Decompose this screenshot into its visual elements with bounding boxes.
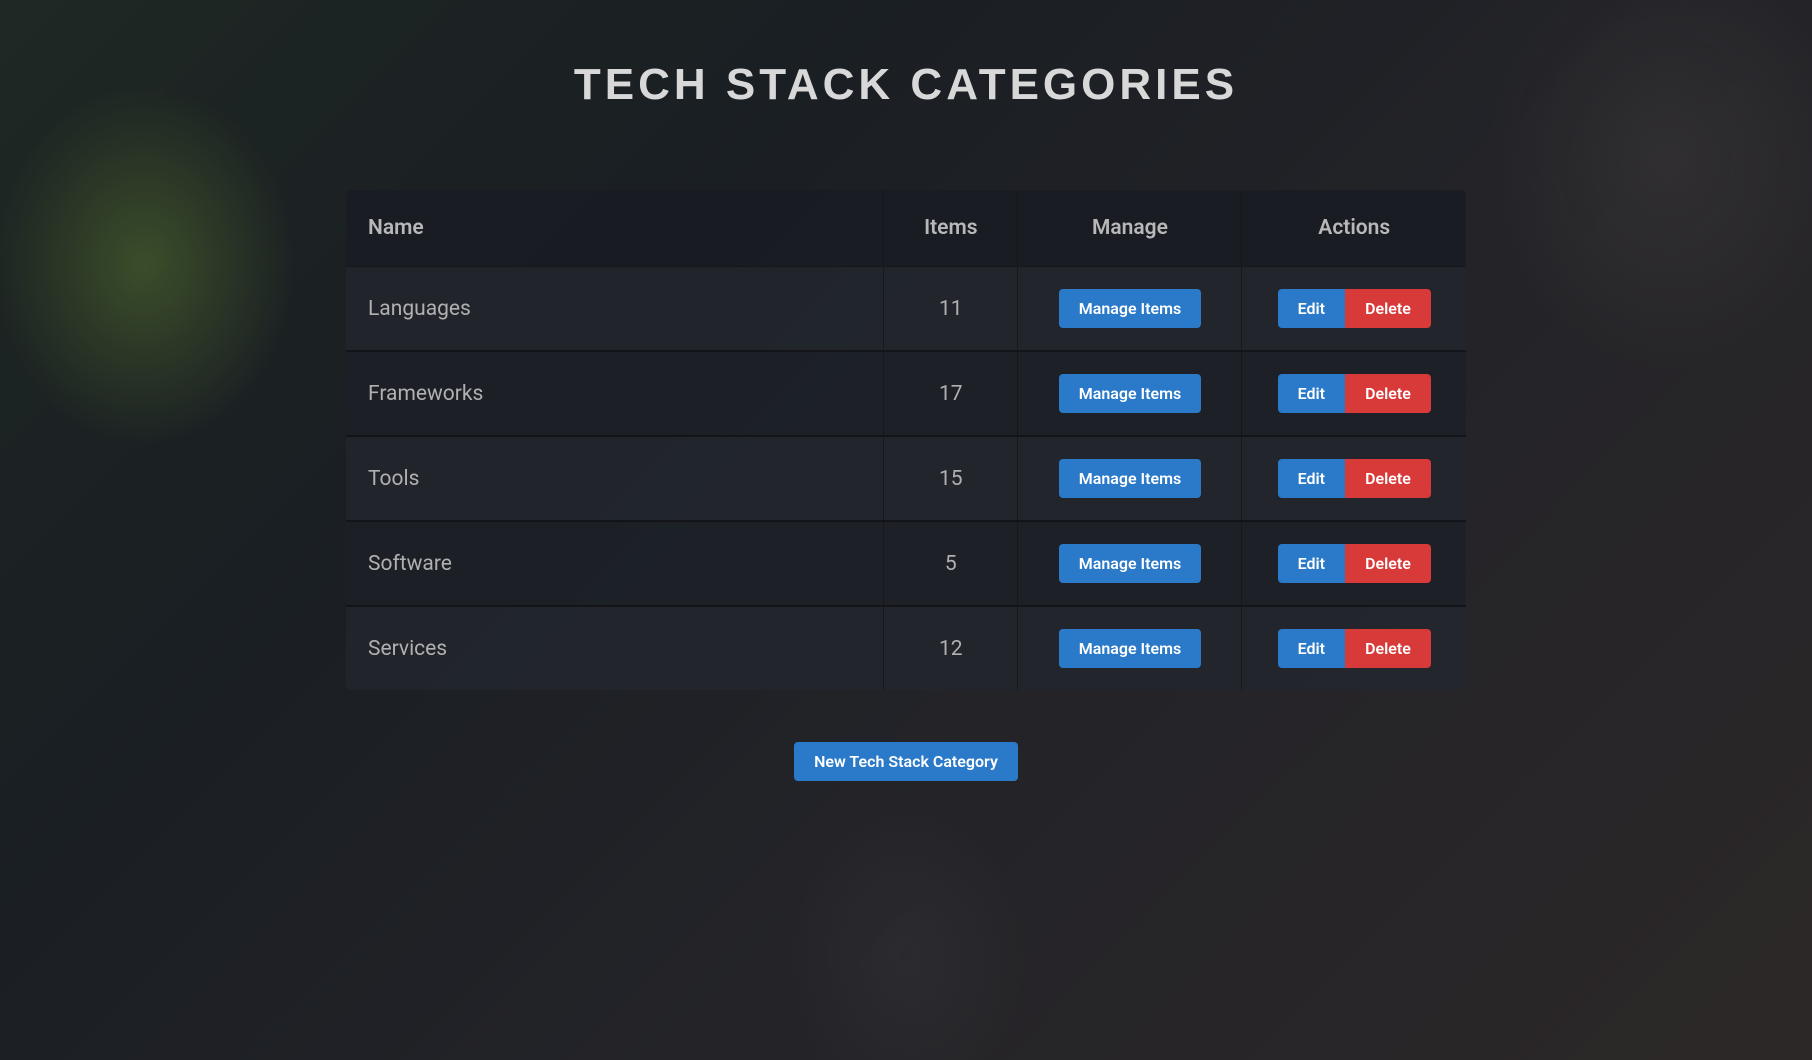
column-header-actions: Actions [1242, 190, 1466, 267]
page-title: TECH STACK CATEGORIES [40, 60, 1772, 110]
edit-button[interactable]: Edit [1278, 374, 1345, 413]
cell-name: Frameworks [346, 351, 884, 436]
edit-button[interactable]: Edit [1278, 459, 1345, 498]
action-button-group: EditDelete [1278, 544, 1431, 583]
edit-button[interactable]: Edit [1278, 629, 1345, 668]
edit-button[interactable]: Edit [1278, 544, 1345, 583]
cell-actions: EditDelete [1242, 521, 1466, 606]
action-button-group: EditDelete [1278, 374, 1431, 413]
column-header-items: Items [884, 190, 1018, 267]
edit-button[interactable]: Edit [1278, 289, 1345, 328]
cell-manage: Manage Items [1018, 436, 1242, 521]
table-row: Software5 Manage Items EditDelete [346, 521, 1466, 606]
manage-items-button[interactable]: Manage Items [1059, 289, 1202, 328]
column-header-name: Name [346, 190, 884, 267]
action-button-group: EditDelete [1278, 289, 1431, 328]
cell-items: 15 [884, 436, 1018, 521]
cell-actions: EditDelete [1242, 267, 1466, 352]
table-header-row: Name Items Manage Actions [346, 190, 1466, 267]
action-button-group: EditDelete [1278, 459, 1431, 498]
cell-items: 5 [884, 521, 1018, 606]
column-header-manage: Manage [1018, 190, 1242, 267]
new-button-container: New Tech Stack Category [40, 742, 1772, 781]
manage-items-button[interactable]: Manage Items [1059, 374, 1202, 413]
cell-name: Tools [346, 436, 884, 521]
cell-manage: Manage Items [1018, 267, 1242, 352]
cell-name: Software [346, 521, 884, 606]
action-button-group: EditDelete [1278, 629, 1431, 668]
cell-manage: Manage Items [1018, 351, 1242, 436]
manage-items-button[interactable]: Manage Items [1059, 629, 1202, 668]
cell-actions: EditDelete [1242, 351, 1466, 436]
cell-actions: EditDelete [1242, 606, 1466, 690]
delete-button[interactable]: Delete [1345, 289, 1431, 328]
cell-items: 12 [884, 606, 1018, 690]
delete-button[interactable]: Delete [1345, 374, 1431, 413]
table-row: Tools15 Manage Items EditDelete [346, 436, 1466, 521]
content-wrapper: TECH STACK CATEGORIES Name Items Manage … [0, 0, 1812, 841]
table-row: Languages11 Manage Items EditDelete [346, 267, 1466, 352]
categories-table: Name Items Manage Actions Languages11Man… [346, 190, 1466, 690]
delete-button[interactable]: Delete [1345, 544, 1431, 583]
cell-name: Services [346, 606, 884, 690]
table-row: Frameworks17 Manage Items EditDelete [346, 351, 1466, 436]
cell-items: 11 [884, 267, 1018, 352]
delete-button[interactable]: Delete [1345, 629, 1431, 668]
cell-actions: EditDelete [1242, 436, 1466, 521]
categories-table-container: Name Items Manage Actions Languages11Man… [346, 190, 1466, 690]
manage-items-button[interactable]: Manage Items [1059, 544, 1202, 583]
cell-items: 17 [884, 351, 1018, 436]
table-row: Services12 Manage Items EditDelete [346, 606, 1466, 690]
manage-items-button[interactable]: Manage Items [1059, 459, 1202, 498]
cell-manage: Manage Items [1018, 521, 1242, 606]
delete-button[interactable]: Delete [1345, 459, 1431, 498]
new-category-button[interactable]: New Tech Stack Category [794, 742, 1018, 781]
cell-manage: Manage Items [1018, 606, 1242, 690]
cell-name: Languages [346, 267, 884, 352]
